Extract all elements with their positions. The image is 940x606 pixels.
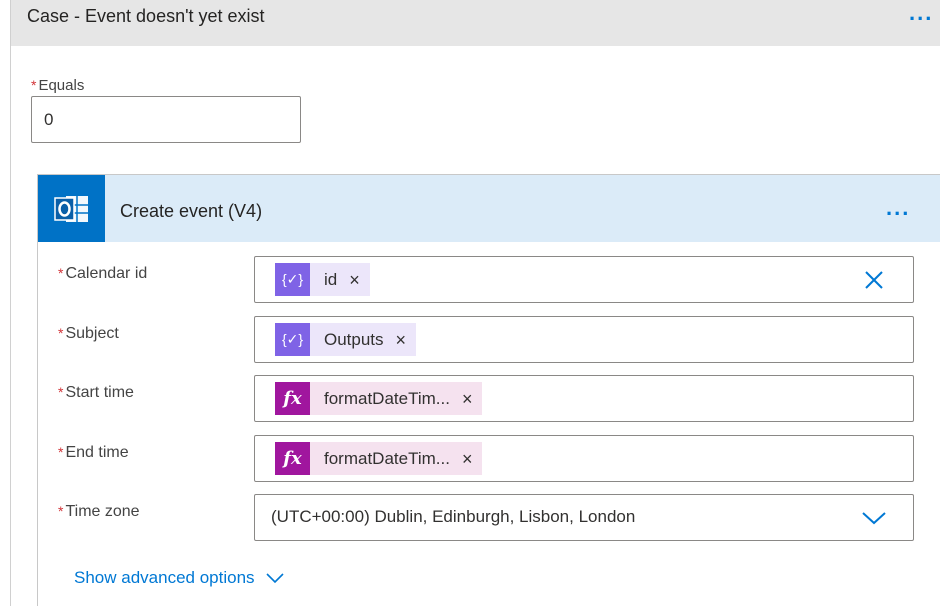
remove-token-icon[interactable]: × [462,390,473,408]
calendar-id-label-text: Calendar id [65,265,148,282]
create-event-action-card: Create event (V4) ... * Calendar id {✓} i… [37,174,940,606]
case-more-menu-icon[interactable]: ... [909,2,933,24]
chevron-down-icon [265,573,284,584]
subject-token[interactable]: {✓} Outputs × [275,323,417,356]
time-zone-value: (UTC+00:00) Dublin, Edinburgh, Lisbon, L… [271,507,636,526]
outlook-calendar-icon [38,175,105,242]
required-marker: * [58,384,64,400]
start-time-field[interactable]: fx formatDateTim... × [254,375,914,422]
required-marker: * [58,265,64,281]
case-header[interactable]: Case - Event doesn't yet exist ... [11,0,940,46]
variable-token-icon: {✓} [275,263,310,296]
start-time-token-text: formatDateTim... [324,388,450,408]
end-time-label-text: End time [65,444,129,461]
required-marker: * [58,503,64,519]
remove-token-icon[interactable]: × [349,271,360,289]
end-time-field[interactable]: fx formatDateTim... × [254,435,914,482]
time-zone-label-text: Time zone [65,503,140,520]
equals-label: * Equals [31,77,84,94]
end-time-token-text: formatDateTim... [324,448,450,468]
remove-token-icon[interactable]: × [462,450,473,468]
show-advanced-options-link[interactable]: Show advanced options [74,568,285,588]
start-time-label-text: Start time [65,384,134,401]
variable-token-icon: {✓} [275,323,310,356]
show-advanced-options-text: Show advanced options [74,568,255,587]
chevron-down-icon[interactable] [861,509,887,527]
subject-token-text: Outputs [324,329,384,349]
subject-field[interactable]: {✓} Outputs × [254,316,914,363]
expression-fx-icon: fx [275,442,310,475]
case-title: Case - Event doesn't yet exist [27,6,265,26]
time-zone-dropdown[interactable]: (UTC+00:00) Dublin, Edinburgh, Lisbon, L… [254,494,914,541]
start-time-token[interactable]: fx formatDateTim... × [275,382,483,415]
switch-case-panel: Case - Event doesn't yet exist ... * Equa… [10,0,940,606]
start-time-label: * Start time [58,384,134,402]
time-zone-label: * Time zone [58,503,140,521]
calendar-id-label: * Calendar id [58,265,147,283]
required-marker: * [58,325,64,341]
calendar-id-token-text: id [324,269,338,289]
end-time-label: * End time [58,444,129,462]
calendar-id-token[interactable]: {✓} id × [275,263,370,296]
subject-label-text: Subject [65,325,119,342]
expression-fx-icon: fx [275,382,310,415]
required-marker: * [31,77,37,93]
clear-field-icon[interactable] [863,269,885,291]
subject-label: * Subject [58,325,119,343]
action-more-menu-icon[interactable]: ... [886,197,910,219]
action-header[interactable]: Create event (V4) ... [38,175,940,242]
end-time-token[interactable]: fx formatDateTim... × [275,442,483,475]
equals-label-text: Equals [38,77,85,94]
remove-token-icon[interactable]: × [396,331,407,349]
equals-input[interactable] [31,96,301,143]
action-title: Create event (V4) [120,201,263,221]
calendar-id-field[interactable]: {✓} id × [254,256,914,303]
required-marker: * [58,444,64,460]
